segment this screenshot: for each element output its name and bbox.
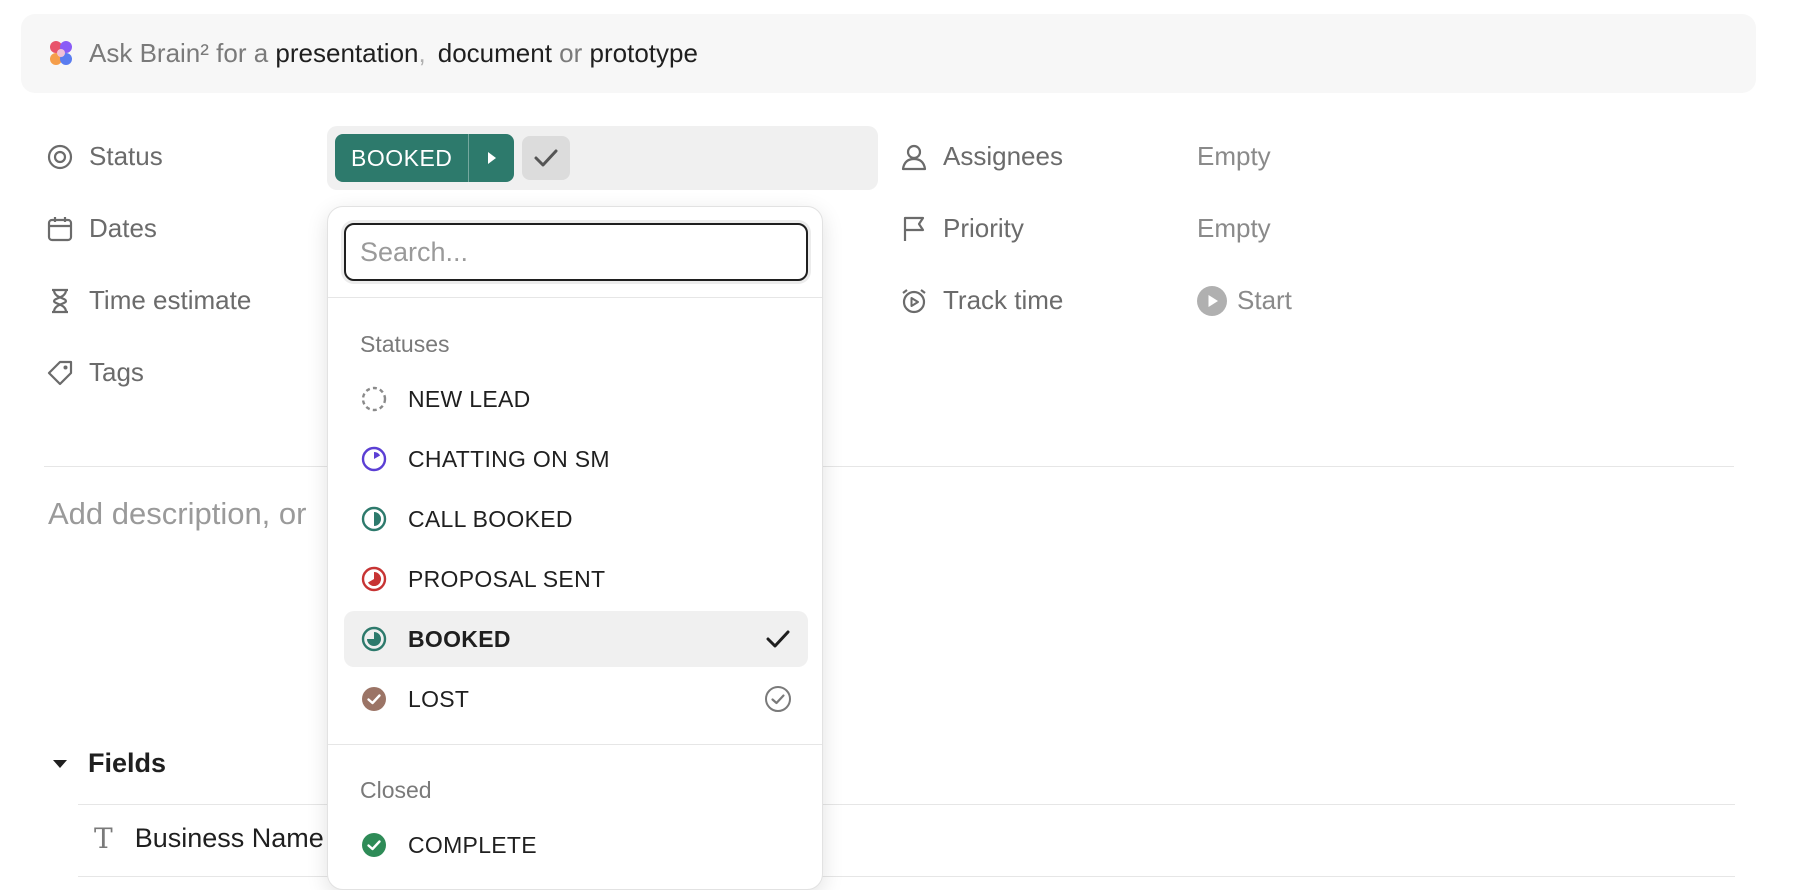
check-circle-filled-icon — [362, 687, 386, 711]
status-option-label: PROPOSAL SENT — [408, 565, 606, 592]
status-option-label: CALL BOOKED — [408, 505, 573, 532]
fields-section-toggle[interactable]: Fields — [50, 748, 166, 779]
tags-label: Tags — [89, 357, 144, 387]
progress-circle-icon — [361, 446, 387, 472]
user-icon — [900, 143, 928, 171]
fields-heading: Fields — [88, 748, 167, 778]
play-circle-icon — [1197, 285, 1227, 316]
status-option-booked[interactable]: BOOKED — [344, 611, 808, 667]
priority-label: Priority — [943, 213, 1024, 243]
ask-brain-bar[interactable]: Ask Brain² for a presentation , document… — [21, 14, 1756, 93]
status-target-icon — [46, 143, 74, 171]
status-option-call-booked[interactable]: CALL BOOKED — [344, 491, 808, 547]
status-option-complete[interactable]: COMPLETE — [344, 817, 808, 873]
calendar-icon — [46, 215, 74, 243]
flag-icon — [900, 215, 928, 243]
dashed-circle-icon — [361, 386, 387, 412]
status-pill[interactable]: BOOKED — [335, 134, 515, 182]
progress-circle-icon — [361, 506, 387, 532]
ask-brain-or: or — [551, 38, 590, 68]
text-field-icon: T — [94, 822, 113, 855]
next-status-button[interactable] — [468, 134, 514, 182]
status-pill-label: BOOKED — [351, 144, 453, 171]
assignees-value[interactable]: Empty — [1197, 141, 1271, 172]
status-option-label: NEW LEAD — [408, 385, 531, 412]
status-option-label: COMPLETE — [408, 831, 537, 858]
status-option-label: BOOKED — [408, 625, 511, 652]
caret-right-icon — [487, 152, 496, 164]
status-option-label: LOST — [408, 685, 470, 712]
ask-brain-separator: , — [418, 38, 426, 68]
ask-brain-prototype-link[interactable]: prototype — [590, 38, 698, 69]
status-label: Status — [89, 141, 163, 171]
time-estimate-property: Time estimate — [46, 285, 251, 316]
brain-logo-icon — [50, 40, 72, 65]
status-option-label: CHATTING ON SM — [408, 445, 610, 472]
dates-label: Dates — [89, 213, 157, 243]
check-circle-filled-icon — [362, 833, 386, 857]
dropdown-section-closed: Closed — [360, 777, 432, 803]
section-divider — [44, 466, 1734, 467]
description-placeholder[interactable]: Add description, or — [48, 496, 306, 532]
mark-complete-button[interactable] — [522, 136, 571, 180]
status-option-chatting-on-sm[interactable]: CHATTING ON SM — [344, 431, 808, 487]
progress-circle-icon — [361, 626, 387, 652]
caret-down-icon — [53, 759, 67, 768]
status-option-lost[interactable]: LOST — [344, 671, 808, 727]
selected-check-icon — [764, 625, 792, 653]
priority-value[interactable]: Empty — [1197, 213, 1271, 244]
assignees-property: Assignees — [900, 141, 1063, 172]
track-time-start-label: Start — [1237, 285, 1292, 315]
dropdown-divider — [328, 744, 822, 745]
field-row-business-name[interactable]: T Business Name — [94, 822, 324, 855]
time-estimate-label: Time estimate — [89, 285, 252, 315]
set-closed-status-icon[interactable] — [764, 685, 792, 713]
status-option-proposal-sent[interactable]: PROPOSAL SENT — [344, 551, 808, 607]
status-search-input[interactable] — [344, 223, 808, 281]
field-label-business-name: Business Name — [134, 823, 324, 853]
priority-property: Priority — [900, 213, 1024, 244]
status-field[interactable]: BOOKED — [327, 126, 878, 190]
status-option-new-lead[interactable]: NEW LEAD — [344, 371, 808, 427]
ask-brain-document-link[interactable]: document — [438, 38, 552, 69]
hourglass-icon — [46, 287, 74, 315]
track-time-label: Track time — [943, 285, 1064, 315]
status-property: Status — [46, 141, 163, 172]
status-dropdown: Statuses NEW LEAD CHATTING ON SM CALL BO… — [327, 206, 823, 890]
ask-brain-presentation-link[interactable]: presentation — [275, 38, 418, 69]
dropdown-section-statuses: Statuses — [360, 331, 450, 357]
dates-property: Dates — [46, 213, 157, 244]
tag-icon — [46, 359, 74, 387]
tags-property: Tags — [46, 357, 144, 388]
ask-brain-prefix: Ask Brain² for a — [89, 38, 276, 68]
assignees-label: Assignees — [943, 141, 1063, 171]
progress-circle-icon — [361, 566, 387, 592]
dropdown-divider — [328, 297, 822, 298]
track-time-start-button[interactable]: Start — [1197, 285, 1292, 316]
stopwatch-icon — [900, 287, 928, 315]
checkmark-icon — [534, 149, 558, 167]
track-time-property: Track time — [900, 285, 1063, 316]
